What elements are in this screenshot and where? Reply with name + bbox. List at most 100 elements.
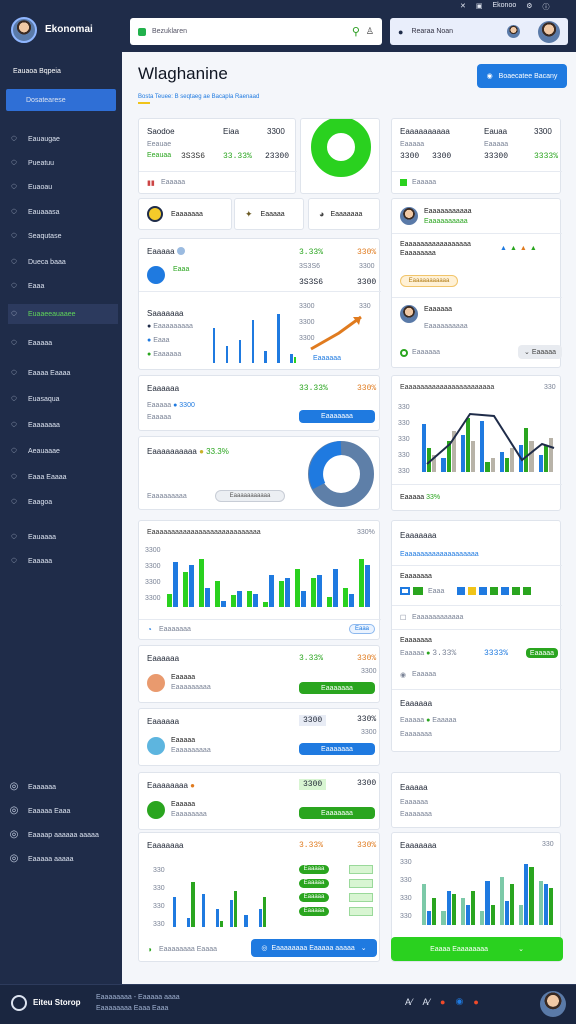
stats-trend-line	[310, 315, 362, 351]
sidebar-bottom-item-1[interactable]: ◎ Eaaaaa Eaaa	[8, 802, 118, 820]
card-c: Eaaaaaaaa ● Eaaaaa Eaaaaaaaa 3300 3300 E…	[138, 772, 380, 830]
wc-chip[interactable]: Eaaa	[349, 624, 375, 634]
sidebar-item-10[interactable]: ◌ Eaaaa Eaaaa	[8, 364, 118, 382]
sidebar-item-14[interactable]: ◌ Eaaa Eaaaa	[8, 468, 118, 486]
rl-link[interactable]: Eaaaaaaaaaaaa	[412, 614, 463, 621]
bc-button[interactable]: ◎ Eaaaaaaaa Eaaaaa aaaaa ⌄	[251, 939, 377, 957]
pc-footer: Eaaaaaa	[412, 349, 441, 356]
info-icon[interactable]: ⓘ	[543, 2, 550, 12]
chart-bar	[238, 339, 242, 363]
funding-row-value: 3300	[179, 402, 195, 409]
sidebar-item-13[interactable]: ◌ Aeauaaae	[8, 442, 118, 460]
sidebar-item-6[interactable]: ◌ Dueca baaa	[8, 253, 118, 271]
profile-avatar[interactable]	[538, 20, 560, 43]
rl-green-button[interactable]: Eaaaaa	[526, 648, 558, 658]
text-icon[interactable]: A⁄	[405, 997, 413, 1007]
chart-bar	[277, 313, 280, 363]
donut2-chip[interactable]: Eaaaaaaaaaaa	[215, 490, 285, 502]
bottom-line2: Eaaaaaaaa Eaaa Eaaa	[96, 1005, 169, 1012]
chart-bar	[529, 867, 534, 925]
bottom-avatar[interactable]	[540, 991, 566, 1017]
rs-r3c: 33300	[484, 152, 509, 161]
summary-r2-a: Eeauae	[147, 141, 172, 148]
tab-3[interactable]: ◕ Eaaaaaaa	[308, 198, 380, 230]
profile-tag[interactable]: Eaaaaaaaaaaa	[400, 275, 458, 287]
funding-row: Eaaaaa ● 3300	[147, 402, 195, 409]
sidebar-item-7[interactable]: ◌ Eaaa	[8, 277, 118, 295]
chart-bar	[490, 904, 495, 925]
translate-icon[interactable]: A⁄	[423, 997, 431, 1007]
sidebar-item-3[interactable]: ◌ Euaoau	[8, 178, 118, 196]
donut2-chart	[308, 441, 374, 507]
chart-bar	[215, 909, 219, 927]
rs-col1: Eauaa	[484, 127, 508, 136]
sidebar-item-16[interactable]: ◌ Eauaaaa	[8, 528, 118, 546]
trend-marks: ▲▲▲▲	[500, 245, 540, 252]
sidebar-item-12[interactable]: ◌ Eaaaaaaa	[8, 416, 118, 434]
rl-footer-icon: ◉	[400, 672, 407, 679]
primary-button[interactable]: ◉ Boaecatee Bacany	[477, 64, 567, 88]
notification-icon[interactable]: ●	[440, 997, 445, 1007]
chart-bar	[201, 894, 205, 927]
bc-m2: 330%	[357, 841, 377, 850]
user-avatar[interactable]	[11, 17, 37, 43]
bc-chips: Eaaaaa Eaaaaa Eaaaaa Eaaaaa	[299, 863, 377, 929]
sidebar-bottom-item-0[interactable]: ◎ Eaaaaaa	[8, 778, 118, 796]
card-a-m1: 3.33%	[299, 654, 324, 663]
chart-bar	[295, 568, 300, 607]
bottom-icons: A⁄ A⁄ ● ◉ ●	[405, 996, 479, 1007]
chart-chip[interactable]: Eaaaaa	[299, 907, 329, 916]
sidebar-item-2[interactable]: ◌ Pueatuu	[8, 154, 118, 172]
coin-icon	[147, 206, 163, 222]
profile3-name: Eaaaaaa	[424, 306, 453, 313]
bottom-logo-icon[interactable]	[11, 995, 27, 1011]
card-a: Eaaaaaa Eaaaaa Eaaaaaaaaa 3.33% 330% 330…	[138, 645, 380, 703]
sidebar-item-15[interactable]: ◌ Eaagoa	[8, 493, 118, 511]
sidebar-item-9[interactable]: ◌ Eaaaaa	[8, 334, 118, 352]
chart-chip[interactable]: Eaaaaa	[299, 893, 329, 902]
sidebar-item-11[interactable]: ◌ Euasaqua	[8, 390, 118, 408]
chart-bar	[293, 357, 296, 363]
settings-icon[interactable]: ⚙	[526, 2, 532, 12]
sidebar-bottom-item-2[interactable]: ◎ Eaaaap aaaaaa aaaaa	[8, 826, 118, 844]
chart-chip[interactable]: Eaaaaa	[299, 879, 329, 888]
page-subtitle: Bosta Teuee: B seqtaeg ae Bacapla Raenaa…	[138, 94, 260, 100]
alert-icon[interactable]: ●	[473, 997, 478, 1007]
search-input[interactable]: Bezuklaren ⚲ ♙	[130, 18, 382, 45]
sidebar-item-5[interactable]: ◌ Seaqutase	[8, 227, 118, 245]
chart-bar	[480, 911, 485, 925]
sidebar-item-17[interactable]: ◌ Eaaaaa	[8, 552, 118, 570]
chart-chip[interactable]: Eaaaaa	[299, 865, 329, 874]
bc-axis-2: 330	[153, 903, 165, 910]
chart-bar	[311, 578, 316, 607]
sidebar-item-0[interactable]: Dosatearese	[6, 89, 116, 111]
bcrr-axis-0: 330	[400, 859, 412, 866]
profile-box[interactable]: ● Rearaa Noan	[390, 18, 568, 45]
rl-card-b-row2: Eaaaaaaa	[400, 731, 432, 738]
funding-button[interactable]: Eaaaaaaa	[299, 410, 375, 423]
pc-button[interactable]: ⌄ Eaaaaa	[518, 345, 562, 359]
tab-2[interactable]: ✦ Eaaaaa	[234, 198, 304, 230]
stats-link[interactable]: Eaaaaaa	[313, 355, 341, 362]
sidebar-item-4[interactable]: ◌ Eauaaasa	[8, 203, 118, 221]
bcrr-button[interactable]: Eaaaa Eaaaaaaaa ⌄	[391, 937, 563, 961]
card-a-button[interactable]: Eaaaaaaa	[299, 682, 375, 694]
rl-divider3	[392, 629, 562, 630]
card-a-avatar	[147, 674, 165, 692]
user-icon[interactable]: ♙	[366, 26, 374, 37]
briefcase-icon[interactable]: ▣	[476, 2, 483, 12]
card-b-avatar	[147, 737, 165, 755]
tab-1[interactable]: Eaaaaaaa	[138, 198, 232, 230]
chat-icon[interactable]: ◉	[455, 996, 463, 1007]
rl-divider1	[392, 565, 562, 566]
sidebar-bottom-item-3[interactable]: ◎ Eaaaaa aaaaa	[8, 850, 118, 868]
close-icon[interactable]: ✕	[460, 2, 466, 12]
sidebar-item-label: Eaaaaa aaaaa	[28, 855, 74, 863]
card-b-button[interactable]: Eaaaaaaa	[299, 743, 375, 755]
card-c-button[interactable]: Eaaaaaaa	[299, 807, 375, 819]
sidebar-item-1[interactable]: ◌ Eauaugae	[8, 130, 118, 148]
search-icon[interactable]: ⚲	[352, 25, 360, 38]
sidebar-item-label: Seaqutase	[28, 232, 62, 240]
summary-footer-icon: ▮▮	[147, 180, 155, 187]
sidebar-item-8[interactable]: ◌ Euaaeeauaaee	[8, 304, 118, 324]
